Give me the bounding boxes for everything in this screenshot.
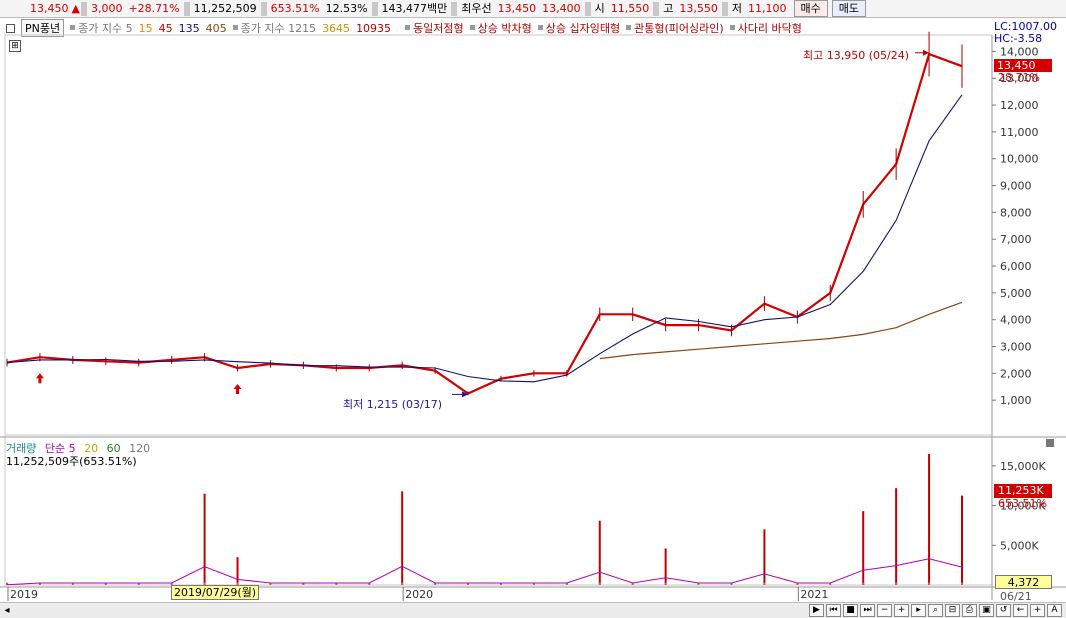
volume-bar: [862, 511, 865, 585]
price-tick-label: 2,000: [1000, 367, 1032, 380]
low-annotation: 최저 1,215 (03/17): [343, 398, 443, 411]
price-tick-label: 9,000: [1000, 180, 1032, 193]
skip-forward-icon[interactable]: ⏭: [860, 604, 875, 617]
zoom-out-icon[interactable]: −: [877, 604, 892, 617]
text-size-icon[interactable]: A: [1047, 604, 1062, 617]
price-tick-label: 1,000: [1000, 394, 1032, 407]
volume-bar: [664, 582, 667, 585]
volume-bar: [895, 582, 898, 585]
volume-bar: [763, 582, 766, 585]
bottom-value-box: 4,372: [995, 575, 1052, 589]
close-series-line: [6, 52, 963, 395]
save-icon[interactable]: ▣: [979, 604, 994, 617]
volume-bar: [664, 548, 667, 585]
volume-bar: [928, 453, 931, 585]
pct-tag: 28.71%: [998, 71, 1040, 84]
year-label: 2019: [10, 588, 38, 601]
print-icon[interactable]: ⎙: [962, 604, 977, 617]
add-icon[interactable]: +: [1030, 604, 1045, 617]
undo-icon[interactable]: ←: [1013, 604, 1028, 617]
volume-bar: [598, 520, 601, 585]
volume-bar: [928, 582, 931, 585]
volume-bar: [401, 582, 404, 585]
price-tick-label: 5,000: [1000, 287, 1032, 300]
play-icon[interactable]: ▶: [809, 604, 824, 617]
volume-bar: [862, 582, 865, 585]
reset-icon[interactable]: ↺: [996, 604, 1011, 617]
pattern-signal-arrow: [35, 373, 44, 384]
volume-tag: 11,253K: [994, 484, 1052, 498]
volume-bar: [763, 529, 766, 585]
price-tick-label: 4,000: [1000, 314, 1032, 327]
volume-tick-label: 15,000K: [1000, 460, 1046, 473]
volume-panel-frame: [4, 436, 993, 586]
zoom-search-icon[interactable]: ⌕: [928, 604, 943, 617]
price-tick-label: 10,000: [1000, 153, 1039, 166]
bottom-toolbar: ◂ ▶ ⏮ ■ ⏭ − + ▸ ⌕ ⊟ ⎙ ▣ ↺ ← + A: [0, 602, 1066, 618]
ma-135-line: [6, 94, 963, 383]
price-panel-frame: [4, 34, 993, 436]
zoom-in-icon[interactable]: +: [894, 604, 909, 617]
price-tick-label: 12,000: [1000, 99, 1039, 112]
volume-tick-label: 5,000K: [1000, 539, 1039, 552]
stop-icon[interactable]: ■: [843, 604, 858, 617]
high-annotation: 최고 13,950 (05/24): [803, 49, 910, 62]
price-tick-label: 11,000: [1000, 126, 1039, 139]
volume-pct-tag: 653.51%: [998, 497, 1047, 510]
stock-chart: 14,00013,00012,00011,00010,0009,0008,000…: [0, 31, 1066, 601]
crosshair-date: 2019/07/29(월): [171, 585, 260, 600]
volume-bar: [961, 495, 963, 585]
compare-icon[interactable]: ⊟: [945, 604, 960, 617]
volume-bar: [203, 493, 206, 585]
year-label: 2020: [405, 588, 433, 601]
volume-ma-line: [6, 558, 963, 586]
price-tick-label: 7,000: [1000, 233, 1032, 246]
volume-bar: [236, 557, 239, 585]
pattern-signal-arrow: [233, 383, 242, 394]
volume-bar: [961, 582, 963, 585]
volume-bar: [895, 488, 898, 585]
price-tick-label: 3,000: [1000, 341, 1032, 354]
volume-bar: [598, 582, 601, 585]
volume-info: 11,252,509주(653.51%): [6, 455, 137, 468]
scroll-right-icon[interactable]: ▸: [911, 604, 926, 617]
scroll-left-icon[interactable]: ◂: [0, 604, 14, 617]
price-tick-label: 8,000: [1000, 206, 1032, 219]
hc-label: HC:-3.58: [994, 32, 1043, 45]
year-label: 2021: [800, 588, 828, 601]
skip-back-icon[interactable]: ⏮: [826, 604, 841, 617]
panel-close-icon: [1046, 439, 1054, 447]
volume-bar: [401, 491, 404, 585]
price-tick-label: 6,000: [1000, 260, 1032, 273]
price-tick-label: 14,000: [1000, 45, 1039, 58]
